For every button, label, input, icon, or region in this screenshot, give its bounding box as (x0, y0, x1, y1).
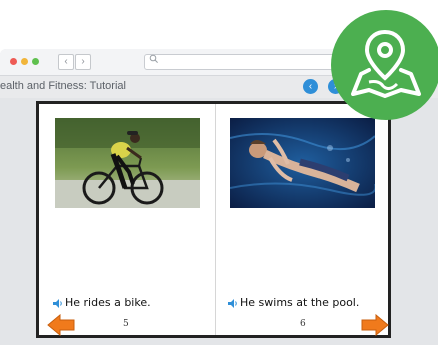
back-button[interactable]: ‹ (58, 54, 74, 70)
forward-button[interactable]: › (75, 54, 91, 70)
left-caption-text: He rides a bike. (65, 296, 151, 309)
minimize-window-button[interactable] (21, 58, 28, 65)
right-caption-text: He swims at the pool. (240, 296, 360, 309)
previous-page-arrow-icon[interactable] (47, 314, 75, 336)
speaker-icon[interactable] (228, 298, 238, 308)
swim-photo (230, 118, 375, 208)
chevron-left-icon: ‹ (308, 81, 313, 92)
location-badge (331, 10, 438, 120)
left-caption: He rides a bike. (53, 296, 151, 309)
next-page-arrow-icon[interactable] (361, 314, 389, 336)
close-window-button[interactable] (10, 58, 17, 65)
maximize-window-button[interactable] (32, 58, 39, 65)
map-pin-icon (351, 29, 421, 98)
chevron-left-icon: ‹ (64, 56, 68, 67)
ebook-spread: He rides a bike. He swims at the pool. 5… (36, 101, 391, 338)
bike-photo (55, 118, 200, 208)
page-title: ealth and Fitness: Tutorial (0, 80, 126, 92)
search-icon (149, 54, 158, 63)
left-page-number: 5 (123, 319, 129, 329)
previous-nav-button[interactable]: ‹ (303, 79, 318, 94)
page-gutter (215, 104, 216, 335)
right-caption: He swims at the pool. (228, 296, 359, 309)
right-page-number: 6 (300, 319, 306, 329)
speaker-icon[interactable] (53, 298, 63, 308)
chevron-right-icon: › (81, 56, 85, 67)
